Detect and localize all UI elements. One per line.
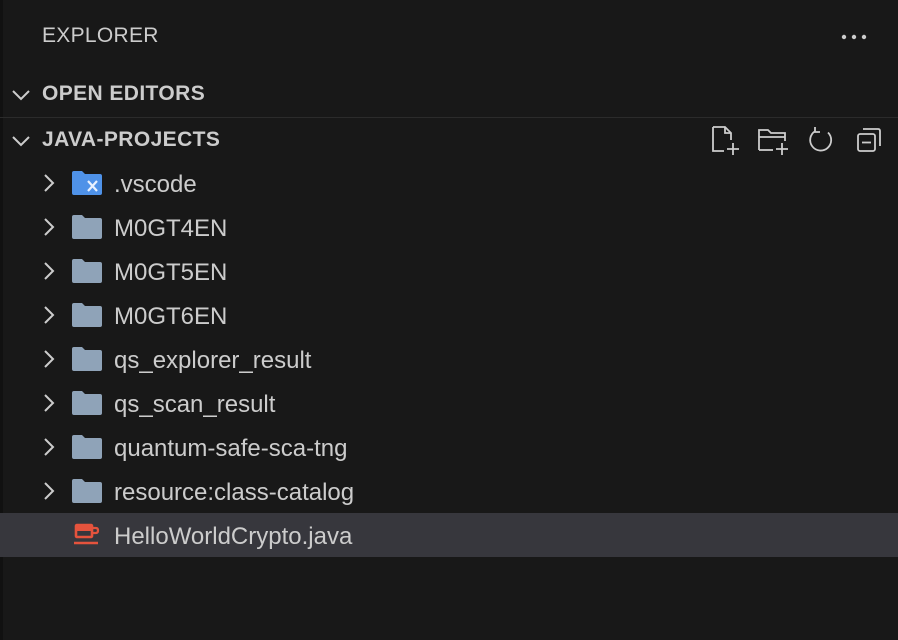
new-folder-button[interactable]: [756, 122, 790, 158]
folder-icon: [72, 259, 102, 283]
java-file-icon: [74, 523, 100, 545]
folder-icon: [72, 303, 102, 327]
tree-item-quantum-safe-sca-tng[interactable]: quantum-safe-sca-tng: [0, 425, 898, 469]
refresh-button[interactable]: [804, 122, 838, 158]
section-actions: [708, 122, 886, 158]
section-open-editors-label: OPEN EDITORS: [42, 82, 206, 105]
tree-item-label: M0GT4EN: [114, 215, 228, 242]
folder-icon: [72, 479, 102, 503]
tree-item-resource-class-catalog[interactable]: resource:class-catalog: [0, 469, 898, 513]
tree-item-label: M0GT6EN: [114, 303, 228, 330]
file-tree: .vscode M0GT4EN M0GT5EN M0GT6EN qs_explo…: [0, 161, 898, 557]
explorer-header: EXPLORER: [0, 0, 898, 72]
chevron-right-icon: [44, 174, 55, 192]
collapse-all-button[interactable]: [852, 122, 886, 158]
tree-item-qs-scan-result[interactable]: qs_scan_result: [0, 381, 898, 425]
new-file-button[interactable]: [708, 122, 742, 158]
ellipsis-icon: [841, 34, 867, 40]
chevron-right-icon: [44, 306, 55, 324]
chevron-right-icon: [44, 394, 55, 412]
folder-icon: [72, 347, 102, 371]
folder-icon: [72, 391, 102, 415]
explorer-panel: EXPLORER OPEN EDITORS JAVA-PROJECTS .vsc…: [0, 0, 898, 640]
section-java-projects[interactable]: JAVA-PROJECTS: [0, 117, 898, 162]
folder-icon: [72, 215, 102, 239]
tree-item-label: resource:class-catalog: [114, 479, 355, 506]
chevron-down-icon: [12, 136, 30, 147]
collapse-all-icon: [857, 128, 881, 152]
tree-item-vscode[interactable]: .vscode: [0, 161, 898, 205]
chevron-right-icon: [44, 438, 55, 456]
tree-item-label: qs_explorer_result: [114, 347, 312, 374]
more-actions-button[interactable]: [838, 22, 870, 52]
tree-item-m0gt4en[interactable]: M0GT4EN: [0, 205, 898, 249]
chevron-right-icon: [44, 262, 55, 280]
tree-item-m0gt5en[interactable]: M0GT5EN: [0, 249, 898, 293]
tree-item-qs-explorer-result[interactable]: qs_explorer_result: [0, 337, 898, 381]
tree-item-m0gt6en[interactable]: M0GT6EN: [0, 293, 898, 337]
chevron-right-icon: [44, 350, 55, 368]
tree-item-label: .vscode: [114, 171, 197, 198]
chevron-down-icon: [12, 90, 30, 101]
tree-item-label: HelloWorldCrypto.java: [114, 523, 353, 550]
folder-icon: [72, 435, 102, 459]
new-folder-icon: [758, 129, 788, 155]
new-file-icon: [712, 126, 739, 155]
tree-item-helloworldcrypto-java[interactable]: HelloWorldCrypto.java: [0, 513, 898, 557]
explorer-title: EXPLORER: [42, 24, 159, 47]
tree-item-label: qs_scan_result: [114, 391, 276, 418]
chevron-right-icon: [44, 218, 55, 236]
refresh-icon: [809, 127, 833, 152]
tree-item-label: M0GT5EN: [114, 259, 228, 286]
section-java-projects-label: JAVA-PROJECTS: [42, 128, 221, 151]
section-open-editors[interactable]: OPEN EDITORS: [0, 72, 898, 116]
tree-item-label: quantum-safe-sca-tng: [114, 435, 348, 462]
chevron-right-icon: [44, 482, 55, 500]
vscode-folder-icon: [72, 171, 102, 195]
